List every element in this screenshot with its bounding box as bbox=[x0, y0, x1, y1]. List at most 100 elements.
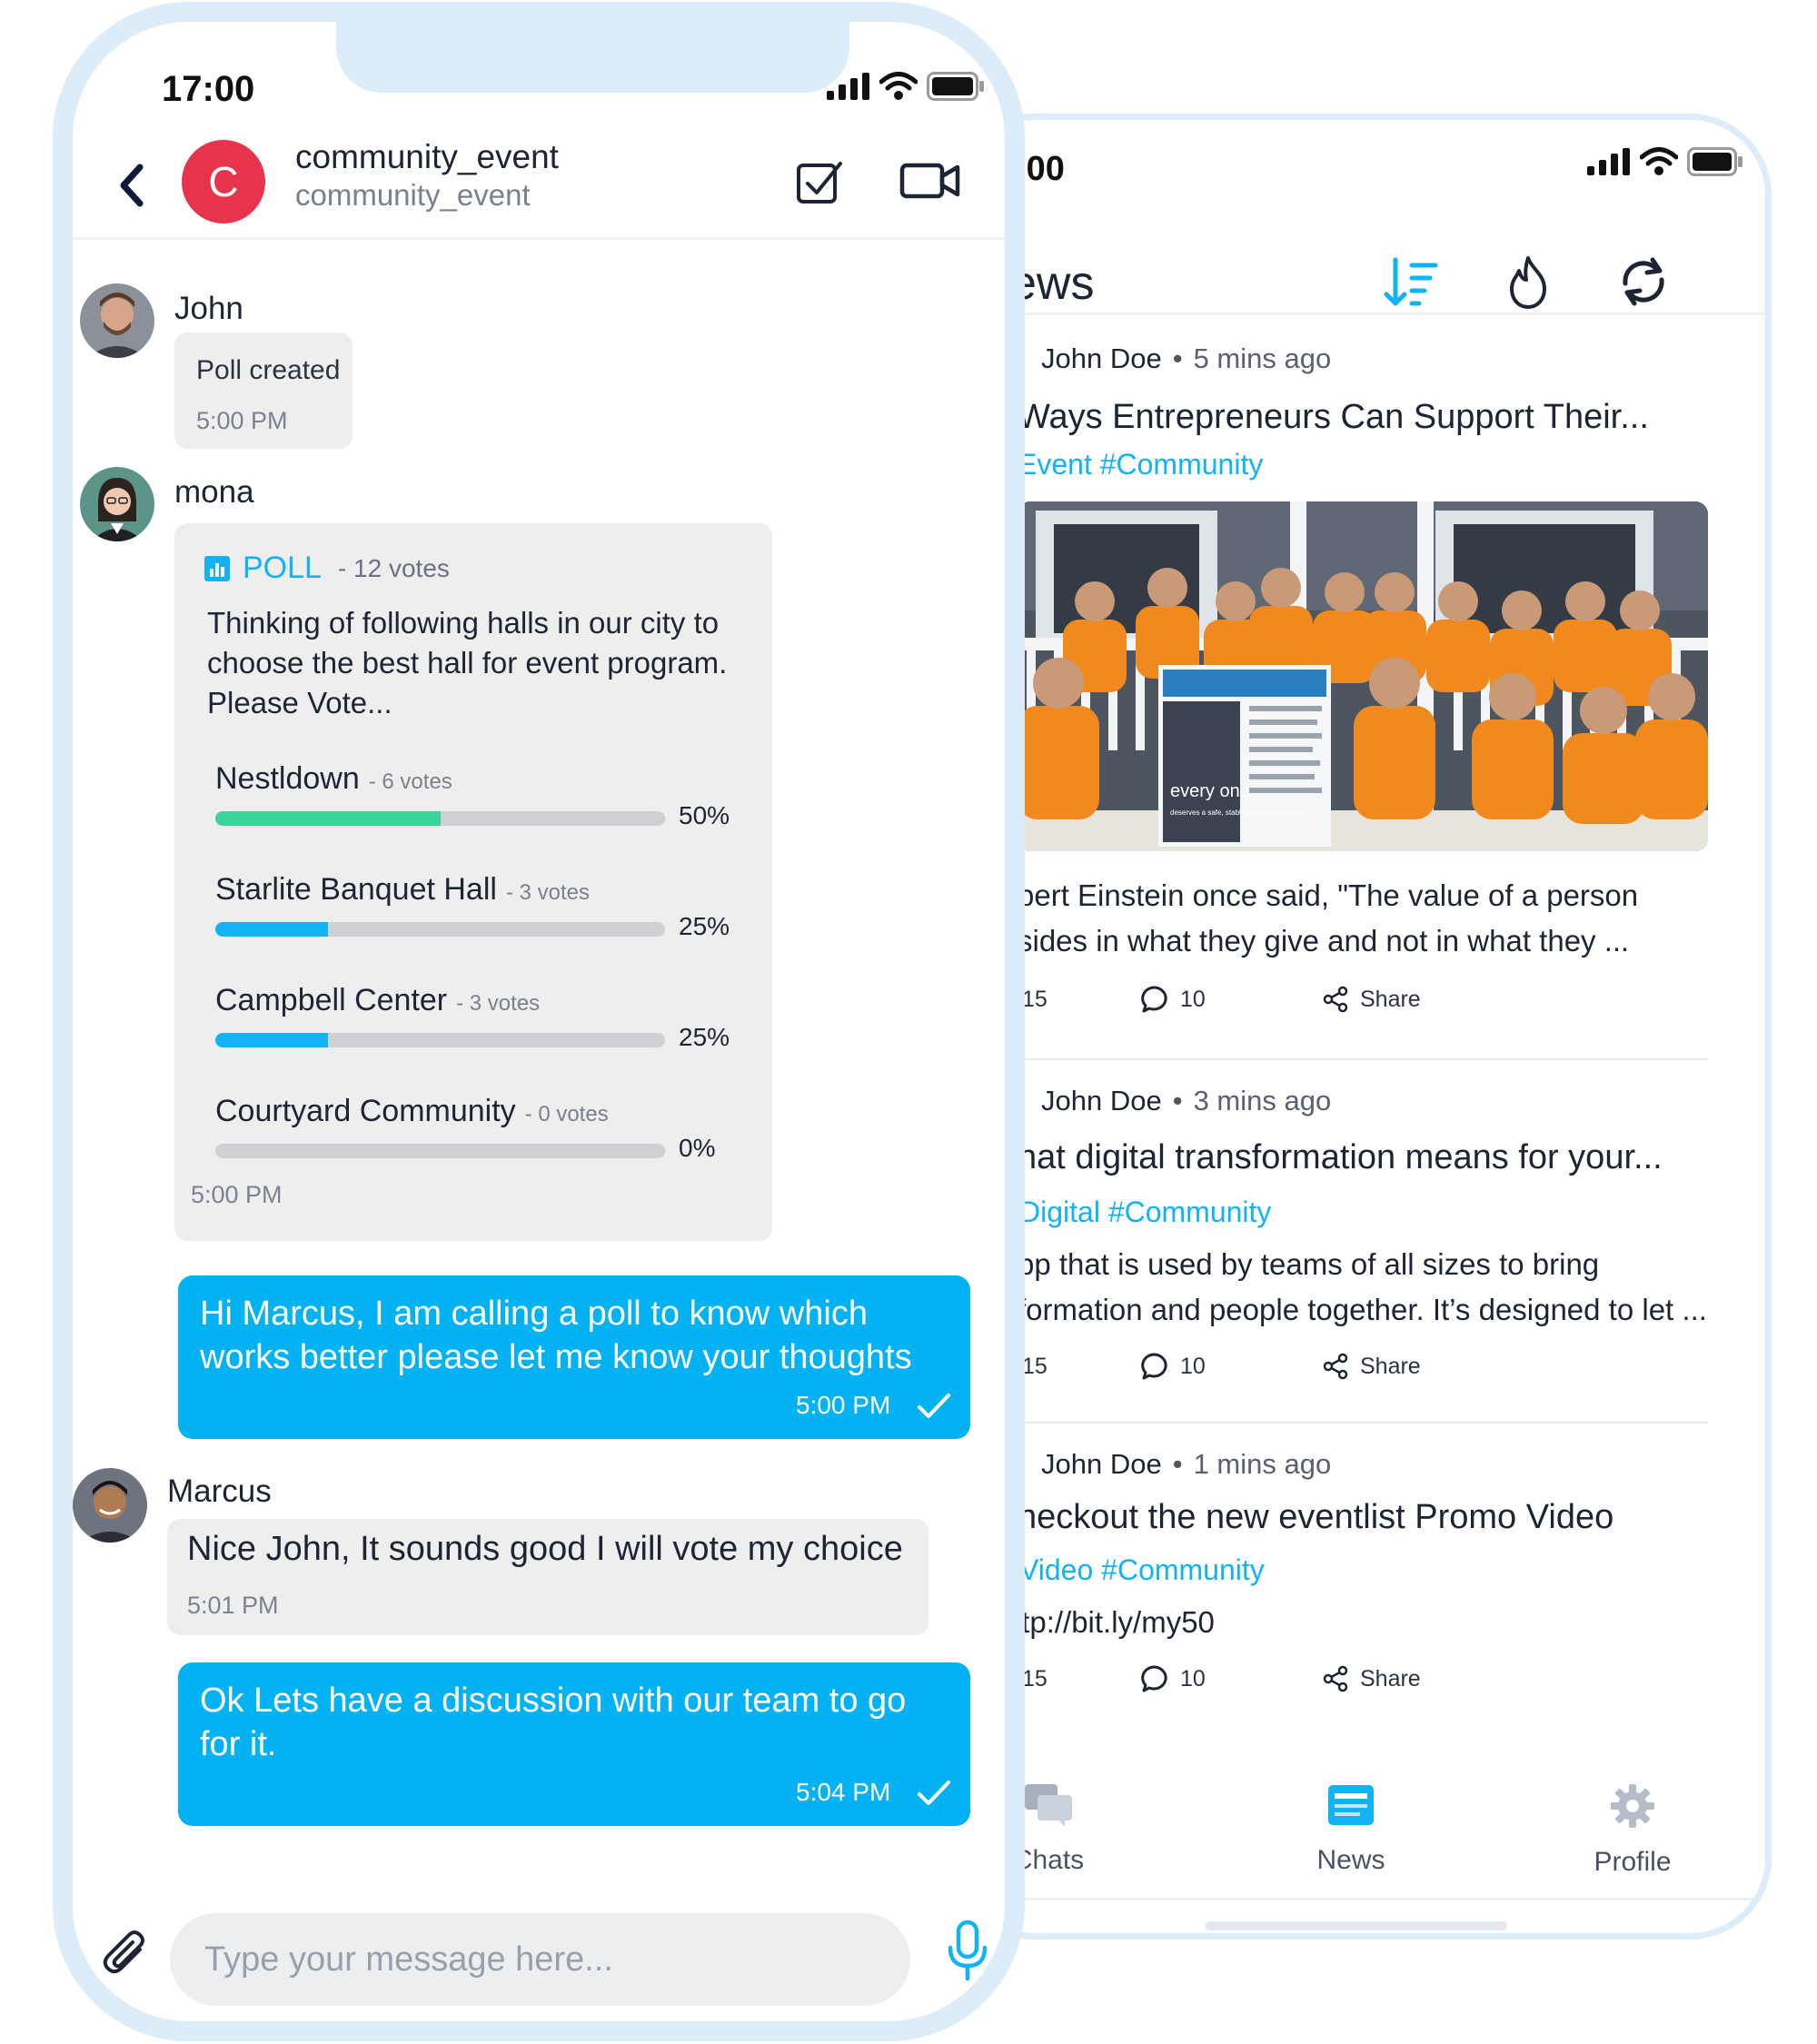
comment-count: 10 bbox=[1180, 986, 1206, 1012]
post-tags[interactable]: Event #Community bbox=[1018, 448, 1765, 481]
like-count: 15 bbox=[1022, 1665, 1048, 1692]
separator-dot: • bbox=[1172, 1085, 1183, 1116]
like-count: 15 bbox=[1022, 1353, 1048, 1379]
battery-icon bbox=[927, 72, 984, 101]
progress-track bbox=[215, 1033, 665, 1047]
share-button[interactable]: Share bbox=[1322, 1665, 1421, 1692]
post-image[interactable]: every one deserves a safe, stable place … bbox=[1018, 501, 1708, 851]
option-percent: 50% bbox=[679, 801, 730, 829]
post-title[interactable]: Ways Entrepreneurs Can Support Their... bbox=[960, 398, 1765, 437]
back-arrow-icon[interactable] bbox=[109, 158, 154, 213]
message-text: Nice John, It sounds good I will vote my… bbox=[187, 1530, 903, 1568]
post-author-row: John Doe • 1 mins ago bbox=[999, 1442, 1765, 1487]
battery-icon bbox=[1687, 147, 1743, 176]
option-name: Starlite Banquet Hall bbox=[215, 872, 497, 907]
avatar-john[interactable] bbox=[80, 283, 154, 358]
poll-header: POLL - 12 votes bbox=[204, 551, 450, 586]
outgoing-message-bubble[interactable]: Ok Lets have a discussion with our team … bbox=[178, 1662, 970, 1826]
signal-icon bbox=[1587, 148, 1630, 175]
post-author: John Doe bbox=[1041, 1448, 1162, 1480]
sort-icon[interactable] bbox=[1383, 253, 1441, 311]
poll-option[interactable]: Campbell Center - 3 votes 25% bbox=[215, 983, 760, 1051]
comment-icon bbox=[1141, 1665, 1167, 1692]
comment-button[interactable]: 10 bbox=[1140, 1352, 1322, 1381]
news-post[interactable]: John Doe • 1 mins ago heckout the new ev… bbox=[960, 1424, 1765, 1702]
trending-icon[interactable] bbox=[1499, 253, 1557, 311]
tab-profile[interactable]: Profile bbox=[1542, 1782, 1723, 1878]
poster-text: every one bbox=[1170, 781, 1250, 801]
like-button[interactable]: 15 bbox=[1022, 1666, 1158, 1692]
news-post[interactable]: John Doe • 3 mins ago hat digital transf… bbox=[960, 1060, 1765, 1389]
tab-news[interactable]: News bbox=[1260, 1782, 1442, 1876]
comment-icon bbox=[1141, 1353, 1167, 1380]
refresh-icon[interactable] bbox=[1614, 253, 1673, 311]
avatar-marcus[interactable] bbox=[73, 1468, 147, 1543]
poll-option[interactable]: Courtyard Community - 0 votes 0% bbox=[215, 1094, 760, 1162]
like-count: 15 bbox=[1022, 986, 1048, 1012]
message-composer bbox=[73, 1893, 1005, 2006]
avatar-mona[interactable] bbox=[80, 467, 154, 541]
post-tags[interactable]: Video #Community bbox=[960, 1553, 1765, 1587]
message-text: Poll created bbox=[196, 355, 341, 385]
comment-icon bbox=[1141, 986, 1167, 1013]
comment-button[interactable]: 10 bbox=[1140, 985, 1322, 1014]
message-line: Hi Marcus, I am calling a poll to know w… bbox=[200, 1295, 868, 1333]
poll-card[interactable]: POLL - 12 votes Thinking of following ha… bbox=[174, 523, 772, 1241]
post-actions: 15 10 Share bbox=[960, 1344, 1765, 1389]
poster-subtext: deserves a safe, stable place to call ho… bbox=[1170, 809, 1307, 817]
message-bubble[interactable]: Poll created 5:00 PM bbox=[174, 332, 352, 449]
chat-subtitle: community_event bbox=[295, 178, 531, 212]
option-percent: 25% bbox=[679, 912, 730, 940]
like-button[interactable]: 15 bbox=[1022, 987, 1158, 1013]
message-text: Ok Lets have a discussion with our team … bbox=[200, 1679, 906, 1766]
message-time: 5:00 PM bbox=[796, 1391, 891, 1419]
marcus-avatar-image bbox=[73, 1468, 147, 1543]
outgoing-message-bubble[interactable]: Hi Marcus, I am calling a poll to know w… bbox=[178, 1275, 970, 1439]
microphone-icon[interactable] bbox=[945, 1919, 990, 1982]
message-time: 5:01 PM bbox=[187, 1592, 279, 1619]
create-poll-icon[interactable] bbox=[795, 158, 844, 207]
paperclip-icon[interactable] bbox=[100, 1930, 151, 1980]
post-body: bert Einstein once said, "The value of a… bbox=[960, 873, 1765, 964]
chat-title[interactable]: community_event bbox=[295, 138, 559, 176]
message-input[interactable] bbox=[170, 1913, 910, 2006]
post-time: 5 mins ago bbox=[1193, 342, 1332, 374]
news-post[interactable]: John Doe • 5 mins ago Ways Entrepreneurs… bbox=[960, 318, 1765, 1022]
progress-track bbox=[215, 811, 665, 826]
wifi-icon bbox=[1640, 147, 1678, 175]
post-link[interactable]: ttp://bit.ly/my50 bbox=[1013, 1600, 1765, 1645]
poll-option[interactable]: Starlite Banquet Hall - 3 votes 25% bbox=[215, 872, 760, 940]
chat-header: C community_event community_event bbox=[73, 122, 1005, 240]
group-avatar[interactable]: C bbox=[182, 140, 265, 223]
status-icons bbox=[1587, 147, 1743, 176]
message-line: Ok Lets have a discussion with our team … bbox=[200, 1682, 907, 1720]
option-name: Courtyard Community bbox=[215, 1094, 516, 1128]
message-line: works better please let me know your tho… bbox=[200, 1338, 912, 1376]
poll-label: POLL bbox=[243, 551, 322, 585]
post-title[interactable]: hat digital transformation means for you… bbox=[960, 1138, 1765, 1177]
message-time: 5:00 PM bbox=[191, 1181, 283, 1208]
sender-name: Marcus bbox=[167, 1473, 272, 1509]
post-title[interactable]: heckout the new eventlist Promo Video bbox=[960, 1498, 1765, 1537]
progress-fill bbox=[215, 922, 328, 937]
post-author: John Doe bbox=[1041, 1085, 1162, 1116]
message-text: Hi Marcus, I am calling a poll to know w… bbox=[200, 1292, 912, 1379]
message-line: for it. bbox=[200, 1725, 277, 1763]
video-call-icon[interactable] bbox=[899, 158, 961, 203]
post-body: ttp://bit.ly/my50 bbox=[960, 1600, 1765, 1645]
gear-icon bbox=[1611, 1784, 1654, 1828]
progress-track bbox=[215, 922, 665, 937]
comment-button[interactable]: 10 bbox=[1140, 1664, 1322, 1693]
share-button[interactable]: Share bbox=[1322, 1353, 1421, 1380]
message-bubble[interactable]: Nice John, It sounds good I will vote my… bbox=[167, 1519, 928, 1635]
post-body-line: sides in what they give and not in what … bbox=[1018, 924, 1630, 958]
sender-name: mona bbox=[174, 474, 254, 510]
poll-total-votes: - 12 votes bbox=[337, 553, 450, 582]
share-button[interactable]: Share bbox=[1322, 986, 1421, 1013]
comment-count: 10 bbox=[1180, 1353, 1206, 1379]
post-tags[interactable]: Digital #Community bbox=[960, 1196, 1765, 1229]
phone-notch bbox=[336, 22, 849, 93]
like-button[interactable]: 15 bbox=[1022, 1354, 1158, 1380]
poll-option[interactable]: Nestldown - 6 votes 50% bbox=[215, 761, 760, 829]
post-time: 3 mins ago bbox=[1193, 1085, 1332, 1116]
